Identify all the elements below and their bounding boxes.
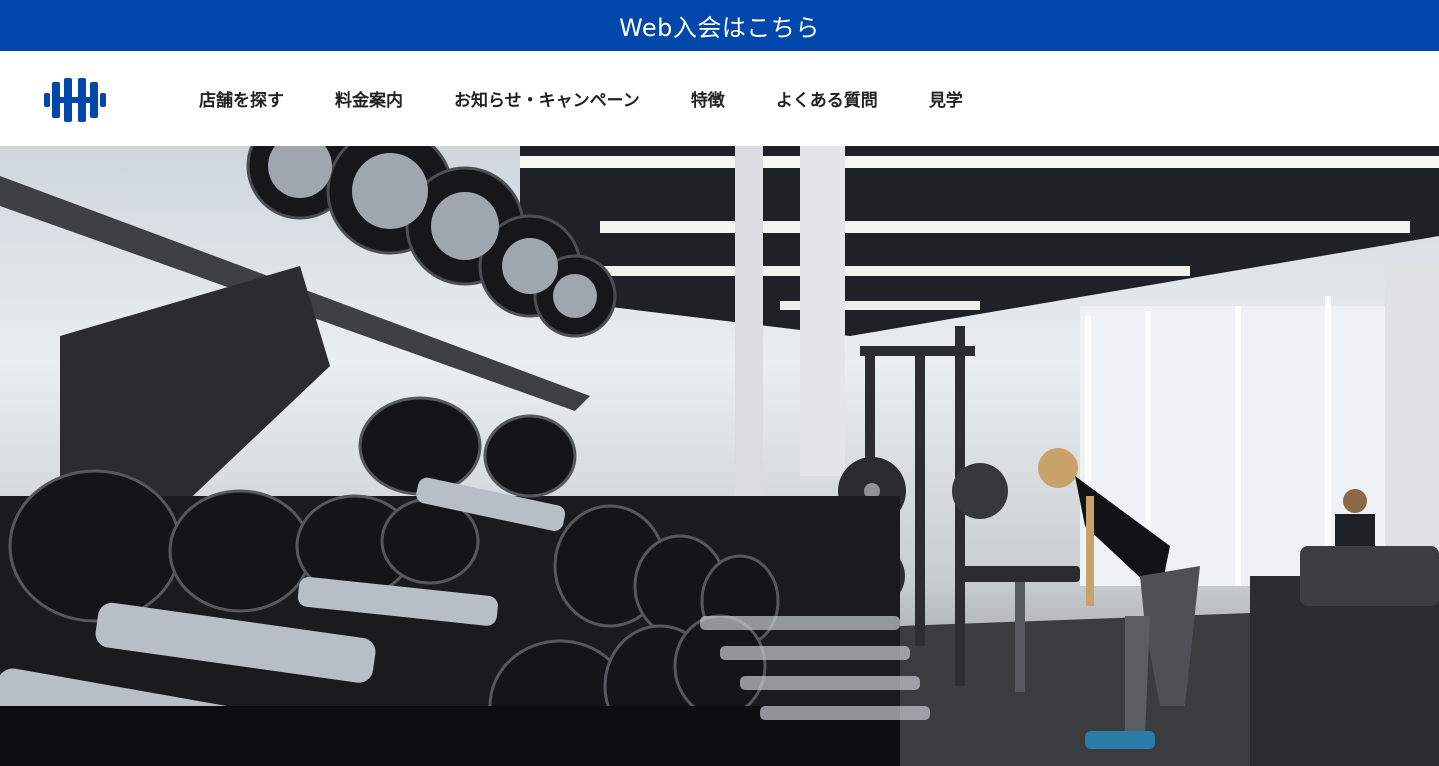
nav-item-tour[interactable]: 見学 [929,86,963,111]
main-nav: 店舗を探す 料金案内 お知らせ・キャンペーン 特徴 よくある質問 見学 [199,51,1014,146]
web-signup-label: Web入会はこちら [619,14,820,42]
nav-item-features[interactable]: 特徴 [691,86,725,111]
site-header: 店舗を探す 料金案内 お知らせ・キャンペーン 特徴 よくある質問 見学 [0,51,1439,146]
web-signup-banner[interactable]: Web入会はこちら [0,0,1439,51]
nav-item-store-search[interactable]: 店舗を探す [199,86,284,111]
dumbbell-icon[interactable] [44,78,106,122]
nav-item-faq[interactable]: よくある質問 [776,86,878,111]
hero-gym-image [0,146,1439,766]
nav-item-news-campaign[interactable]: お知らせ・キャンペーン [454,86,640,111]
nav-item-pricing[interactable]: 料金案内 [335,86,403,111]
